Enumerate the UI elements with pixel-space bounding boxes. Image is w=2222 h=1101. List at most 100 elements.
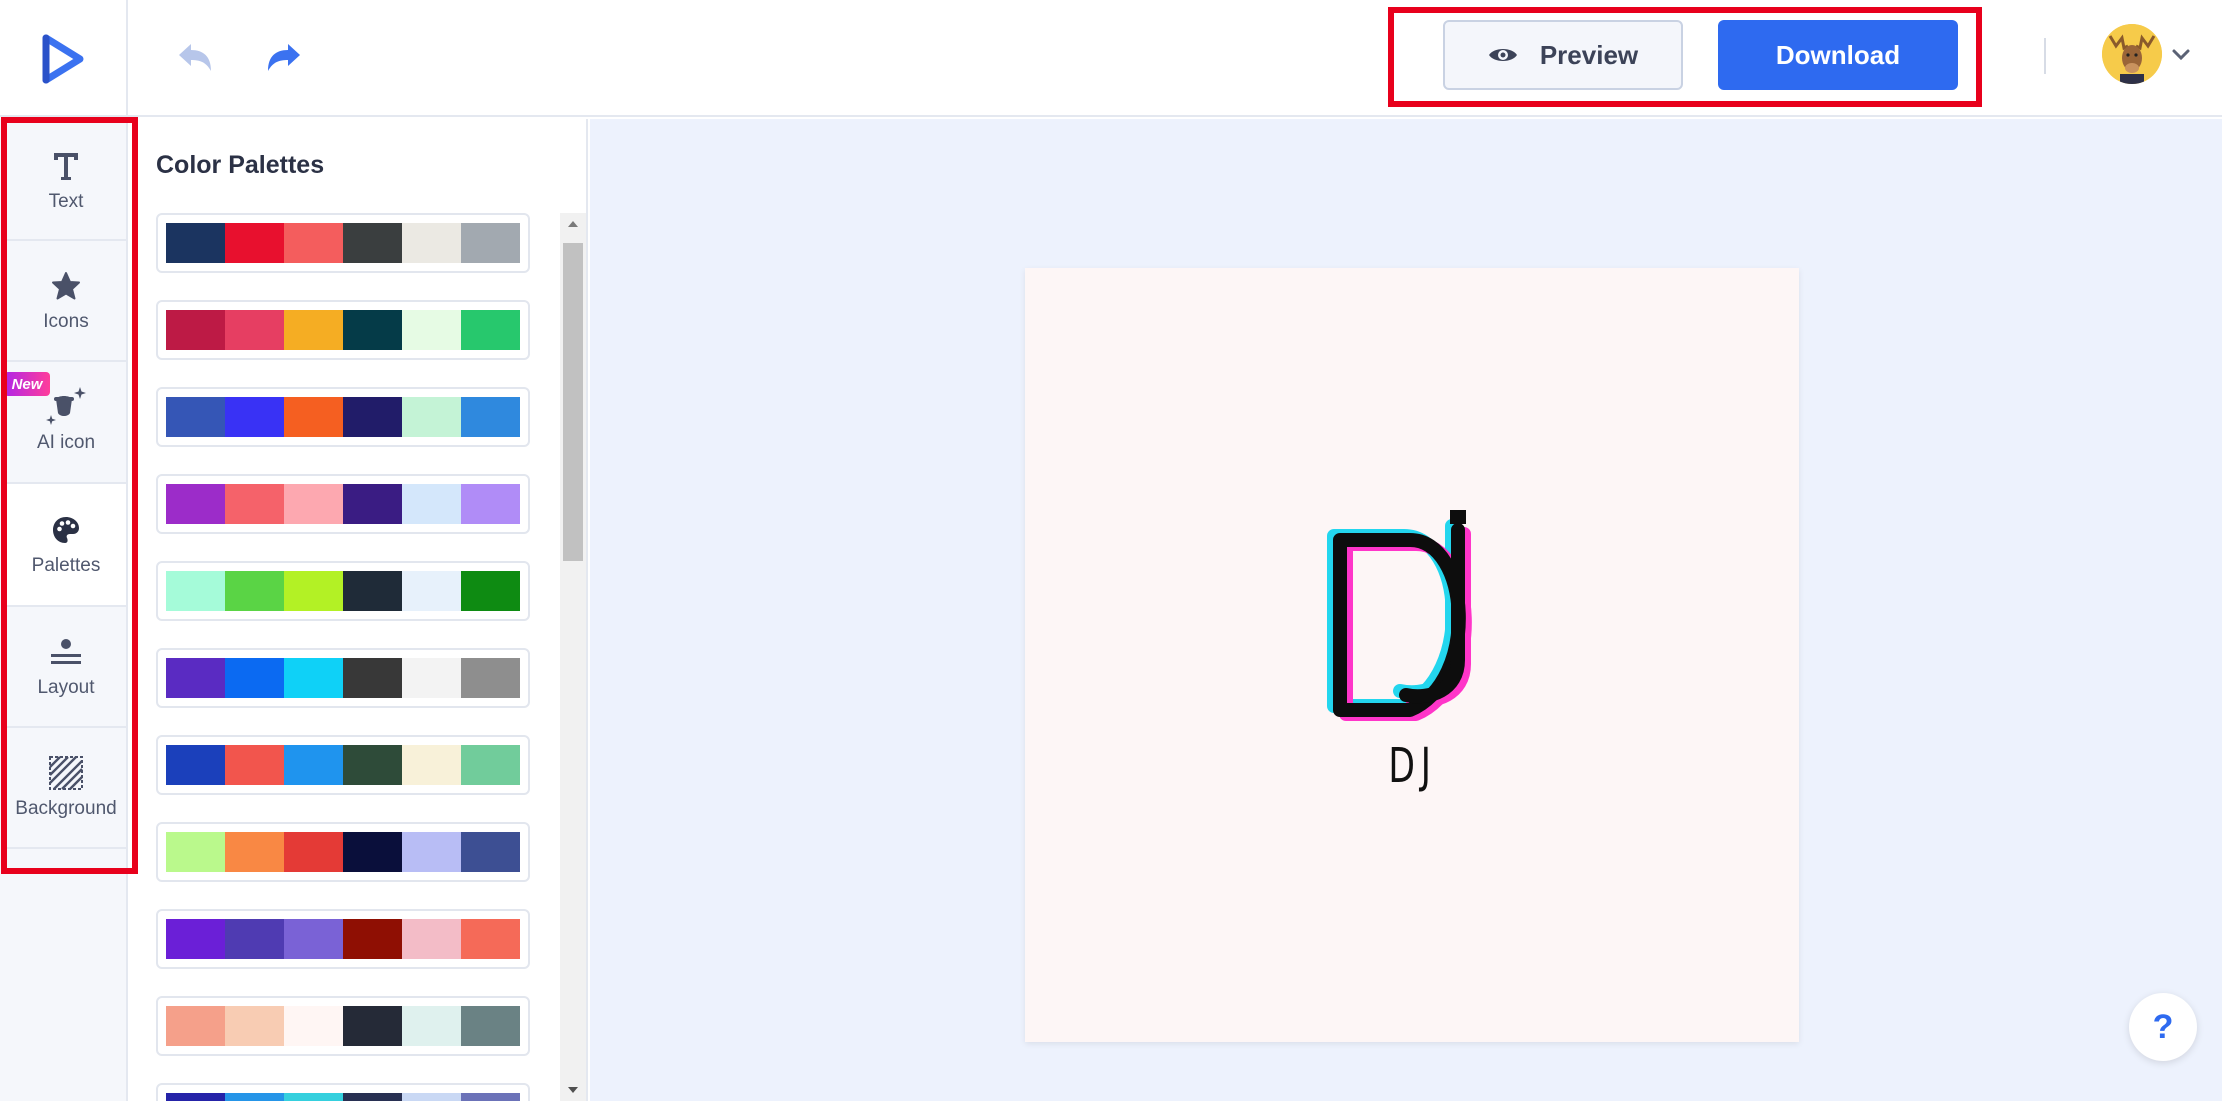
color-swatch: [402, 223, 461, 263]
color-swatch: [343, 745, 402, 785]
color-swatch: [166, 397, 225, 437]
color-swatch: [461, 745, 520, 785]
color-swatch: [402, 1093, 461, 1101]
palette-option[interactable]: [156, 648, 530, 708]
color-swatch: [402, 397, 461, 437]
scroll-down-arrow[interactable]: [560, 1079, 586, 1101]
redo-button[interactable]: [256, 30, 312, 86]
color-swatch: [402, 832, 461, 872]
color-swatch: [343, 223, 402, 263]
color-swatch: [343, 1093, 402, 1101]
color-swatch: [284, 484, 343, 524]
color-palettes-panel: Color Palettes: [130, 119, 588, 1101]
triangle-down-icon: [568, 1087, 578, 1093]
panel-scrollbar[interactable]: [560, 213, 586, 1101]
color-swatch: [402, 484, 461, 524]
palette-option[interactable]: [156, 909, 530, 969]
color-swatch: [284, 397, 343, 437]
color-swatch: [461, 310, 520, 350]
color-swatch: [225, 310, 284, 350]
palette-option[interactable]: [156, 300, 530, 360]
scroll-thumb[interactable]: [563, 243, 583, 561]
color-swatch: [225, 658, 284, 698]
palette-option[interactable]: [156, 387, 530, 447]
color-swatch: [461, 1093, 520, 1101]
moose-avatar-icon: [2102, 24, 2162, 84]
app-logo[interactable]: [0, 0, 128, 117]
logo-text[interactable]: DJ: [1332, 738, 1494, 794]
color-swatch: [284, 919, 343, 959]
color-swatch: [343, 832, 402, 872]
color-swatch: [225, 223, 284, 263]
color-swatch: [343, 397, 402, 437]
color-swatch: [166, 658, 225, 698]
color-swatch: [284, 1093, 343, 1101]
color-swatch: [402, 658, 461, 698]
color-swatch: [166, 919, 225, 959]
undo-icon: [179, 44, 211, 71]
color-swatch: [166, 745, 225, 785]
color-swatch: [166, 1006, 225, 1046]
color-swatch: [284, 1006, 343, 1046]
color-swatch: [225, 571, 284, 611]
color-swatch: [166, 832, 225, 872]
highlight-tool-rail: [1, 117, 138, 874]
palette-option[interactable]: [156, 735, 530, 795]
palette-option[interactable]: [156, 213, 530, 273]
color-swatch: [225, 745, 284, 785]
color-swatch: [461, 658, 520, 698]
color-swatch: [402, 571, 461, 611]
color-swatch: [225, 832, 284, 872]
color-swatch: [402, 919, 461, 959]
palette-option[interactable]: [156, 474, 530, 534]
color-swatch: [225, 1006, 284, 1046]
play-logo-icon: [42, 34, 84, 83]
color-swatch: [284, 571, 343, 611]
panel-title: Color Palettes: [156, 151, 325, 179]
color-swatch: [343, 484, 402, 524]
color-swatch: [284, 310, 343, 350]
undo-button[interactable]: [167, 30, 223, 86]
color-swatch: [343, 310, 402, 350]
color-swatch: [284, 745, 343, 785]
header-divider: [2044, 38, 2046, 74]
color-swatch: [225, 1093, 284, 1101]
palette-option[interactable]: [156, 996, 530, 1056]
help-button[interactable]: ?: [2129, 993, 2197, 1061]
color-swatch: [461, 397, 520, 437]
color-swatch: [402, 745, 461, 785]
redo-icon: [268, 44, 300, 71]
highlight-header-actions: [1388, 7, 1982, 107]
color-swatch: [225, 919, 284, 959]
color-swatch: [461, 484, 520, 524]
account-menu-toggle[interactable]: [2168, 42, 2194, 68]
color-swatch: [461, 919, 520, 959]
color-swatch: [402, 1006, 461, 1046]
scroll-up-arrow[interactable]: [560, 213, 586, 235]
palette-option[interactable]: [156, 561, 530, 621]
palette-option[interactable]: [156, 1083, 530, 1101]
color-swatch: [166, 1093, 225, 1101]
color-swatch: [284, 223, 343, 263]
color-swatch: [461, 571, 520, 611]
color-swatch: [225, 484, 284, 524]
palette-option[interactable]: [156, 822, 530, 882]
color-swatch: [343, 919, 402, 959]
color-swatch: [284, 832, 343, 872]
color-swatch: [166, 484, 225, 524]
avatar[interactable]: [2102, 24, 2162, 84]
color-swatch: [461, 223, 520, 263]
color-swatch: [225, 397, 284, 437]
color-swatch: [343, 1006, 402, 1046]
color-swatch: [343, 571, 402, 611]
triangle-up-icon: [568, 221, 578, 227]
color-swatch: [166, 310, 225, 350]
color-swatch: [284, 658, 343, 698]
color-swatch: [461, 832, 520, 872]
color-swatch: [343, 658, 402, 698]
color-swatch: [166, 223, 225, 263]
color-swatch: [461, 1006, 520, 1046]
dj-logo-mark[interactable]: [1310, 510, 1510, 725]
chevron-down-icon: [2172, 49, 2190, 61]
color-swatch: [166, 571, 225, 611]
